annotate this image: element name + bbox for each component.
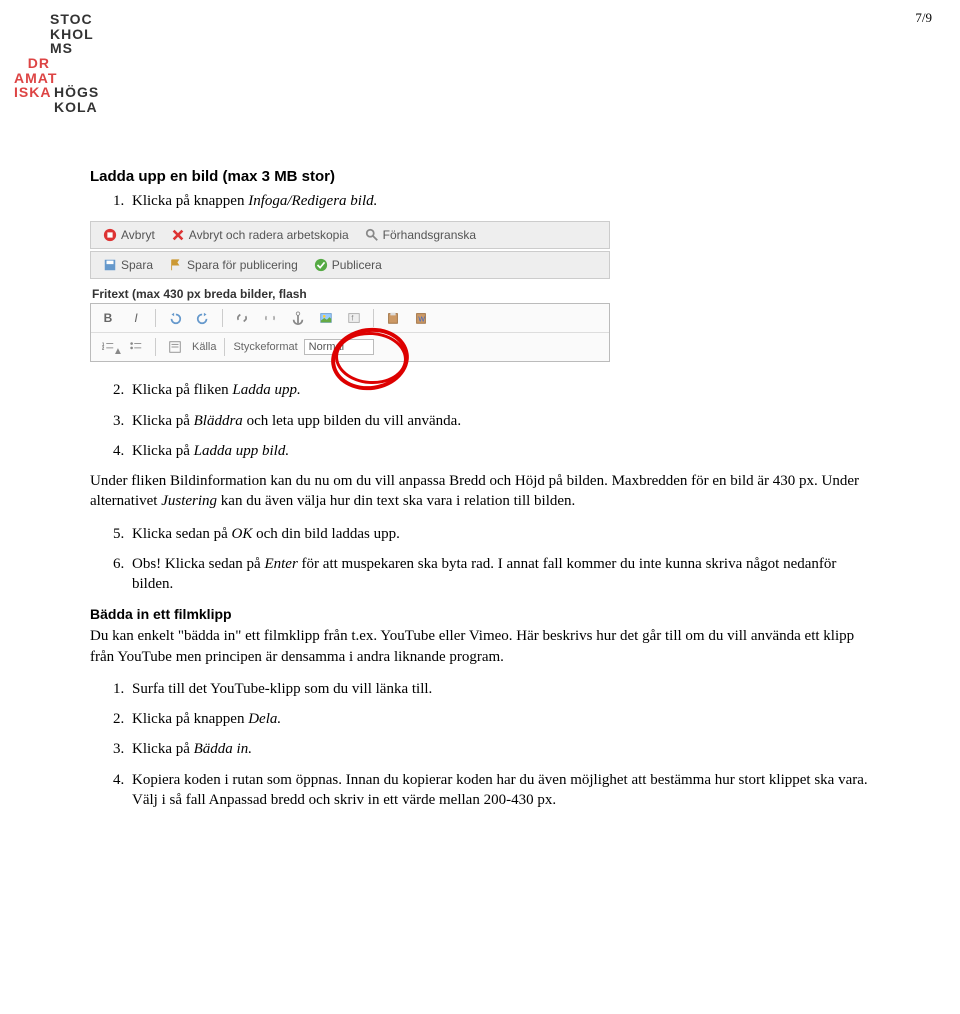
source-label: Källa (192, 341, 216, 353)
source-icon (168, 340, 182, 354)
embed-step-2: Klicka på knappen Dela. (128, 709, 870, 729)
redo-button[interactable] (192, 307, 214, 329)
embed-intro-paragraph: Du kan enkelt "bädda in" ett filmklipp f… (90, 626, 870, 667)
undo-icon (168, 311, 182, 325)
page-number: 7/9 (915, 10, 932, 26)
unlink-icon (263, 311, 277, 325)
embed-step-4: Kopiera koden i rutan som öppnas. Innan … (128, 770, 870, 811)
check-icon (314, 258, 328, 272)
stop-icon (103, 228, 117, 242)
step-1: Klicka på knappen Infoga/Redigera bild. (128, 191, 870, 211)
flash-button[interactable]: f (343, 307, 365, 329)
anchor-icon (291, 311, 305, 325)
save-button[interactable]: Spara (97, 256, 159, 274)
styckeformat-label: Styckeformat (233, 341, 297, 353)
magnifier-icon (365, 228, 379, 242)
source-button[interactable] (164, 336, 186, 358)
heading-embed-video: Bädda in ett filmklipp (90, 606, 870, 622)
redo-icon (196, 311, 210, 325)
editor-toolbar-screenshot: Avbryt Avbryt och radera arbetskopia För… (90, 221, 610, 362)
image-icon (319, 311, 333, 325)
link-button[interactable] (231, 307, 253, 329)
clipboard-w-icon: W (414, 311, 428, 325)
save-for-publish-button[interactable]: Spara för publicering (163, 256, 304, 274)
step-5: Klicka sedan på OK och din bild laddas u… (128, 524, 870, 544)
step-3: Klicka på Bläddra och leta upp bilden du… (128, 411, 870, 431)
flag-icon (169, 258, 183, 272)
abort-button[interactable]: Avbryt (97, 226, 161, 244)
heading-upload-image: Ladda upp en bild (max 3 MB stor) (90, 168, 870, 185)
svg-text:f: f (351, 316, 353, 323)
abort-delete-button[interactable]: Avbryt och radera arbetskopia (165, 226, 355, 244)
paste-button[interactable] (382, 307, 404, 329)
flash-icon: f (347, 311, 361, 325)
preview-button[interactable]: Förhandsgranska (359, 226, 482, 244)
link-icon (235, 311, 249, 325)
publish-button[interactable]: Publicera (308, 256, 388, 274)
bold-button[interactable]: B (97, 307, 119, 329)
x-icon (171, 228, 185, 242)
italic-button[interactable]: I (125, 307, 147, 329)
floppy-icon (103, 258, 117, 272)
step-4: Klicka på Ladda upp bild. (128, 441, 870, 461)
step-2: Klicka på fliken Ladda upp. (128, 380, 870, 400)
embed-step-1: Surfa till det YouTube-klipp som du vill… (128, 679, 870, 699)
unlink-button[interactable] (259, 307, 281, 329)
expand-arrow-icon: ▲ (113, 346, 123, 357)
ul-icon (129, 340, 143, 354)
clipboard-icon (386, 311, 400, 325)
image-button[interactable] (315, 307, 337, 329)
paste-word-button[interactable]: W (410, 307, 432, 329)
svg-text:2: 2 (102, 346, 105, 351)
logo: STOC KHOL MS DR AMAT ISKA HÖGS KOLA (14, 12, 99, 115)
anchor-button[interactable] (287, 307, 309, 329)
embed-step-3: Klicka på Bädda in. (128, 739, 870, 759)
bildinformation-paragraph: Under fliken Bildinformation kan du nu o… (90, 471, 870, 512)
fritext-label: Fritext (max 430 px breda bilder, flash (92, 287, 610, 301)
bullet-list-button[interactable] (125, 336, 147, 358)
svg-text:W: W (418, 317, 425, 324)
undo-button[interactable] (164, 307, 186, 329)
step-6: Obs! Klicka sedan på Enter för att muspe… (128, 554, 870, 595)
